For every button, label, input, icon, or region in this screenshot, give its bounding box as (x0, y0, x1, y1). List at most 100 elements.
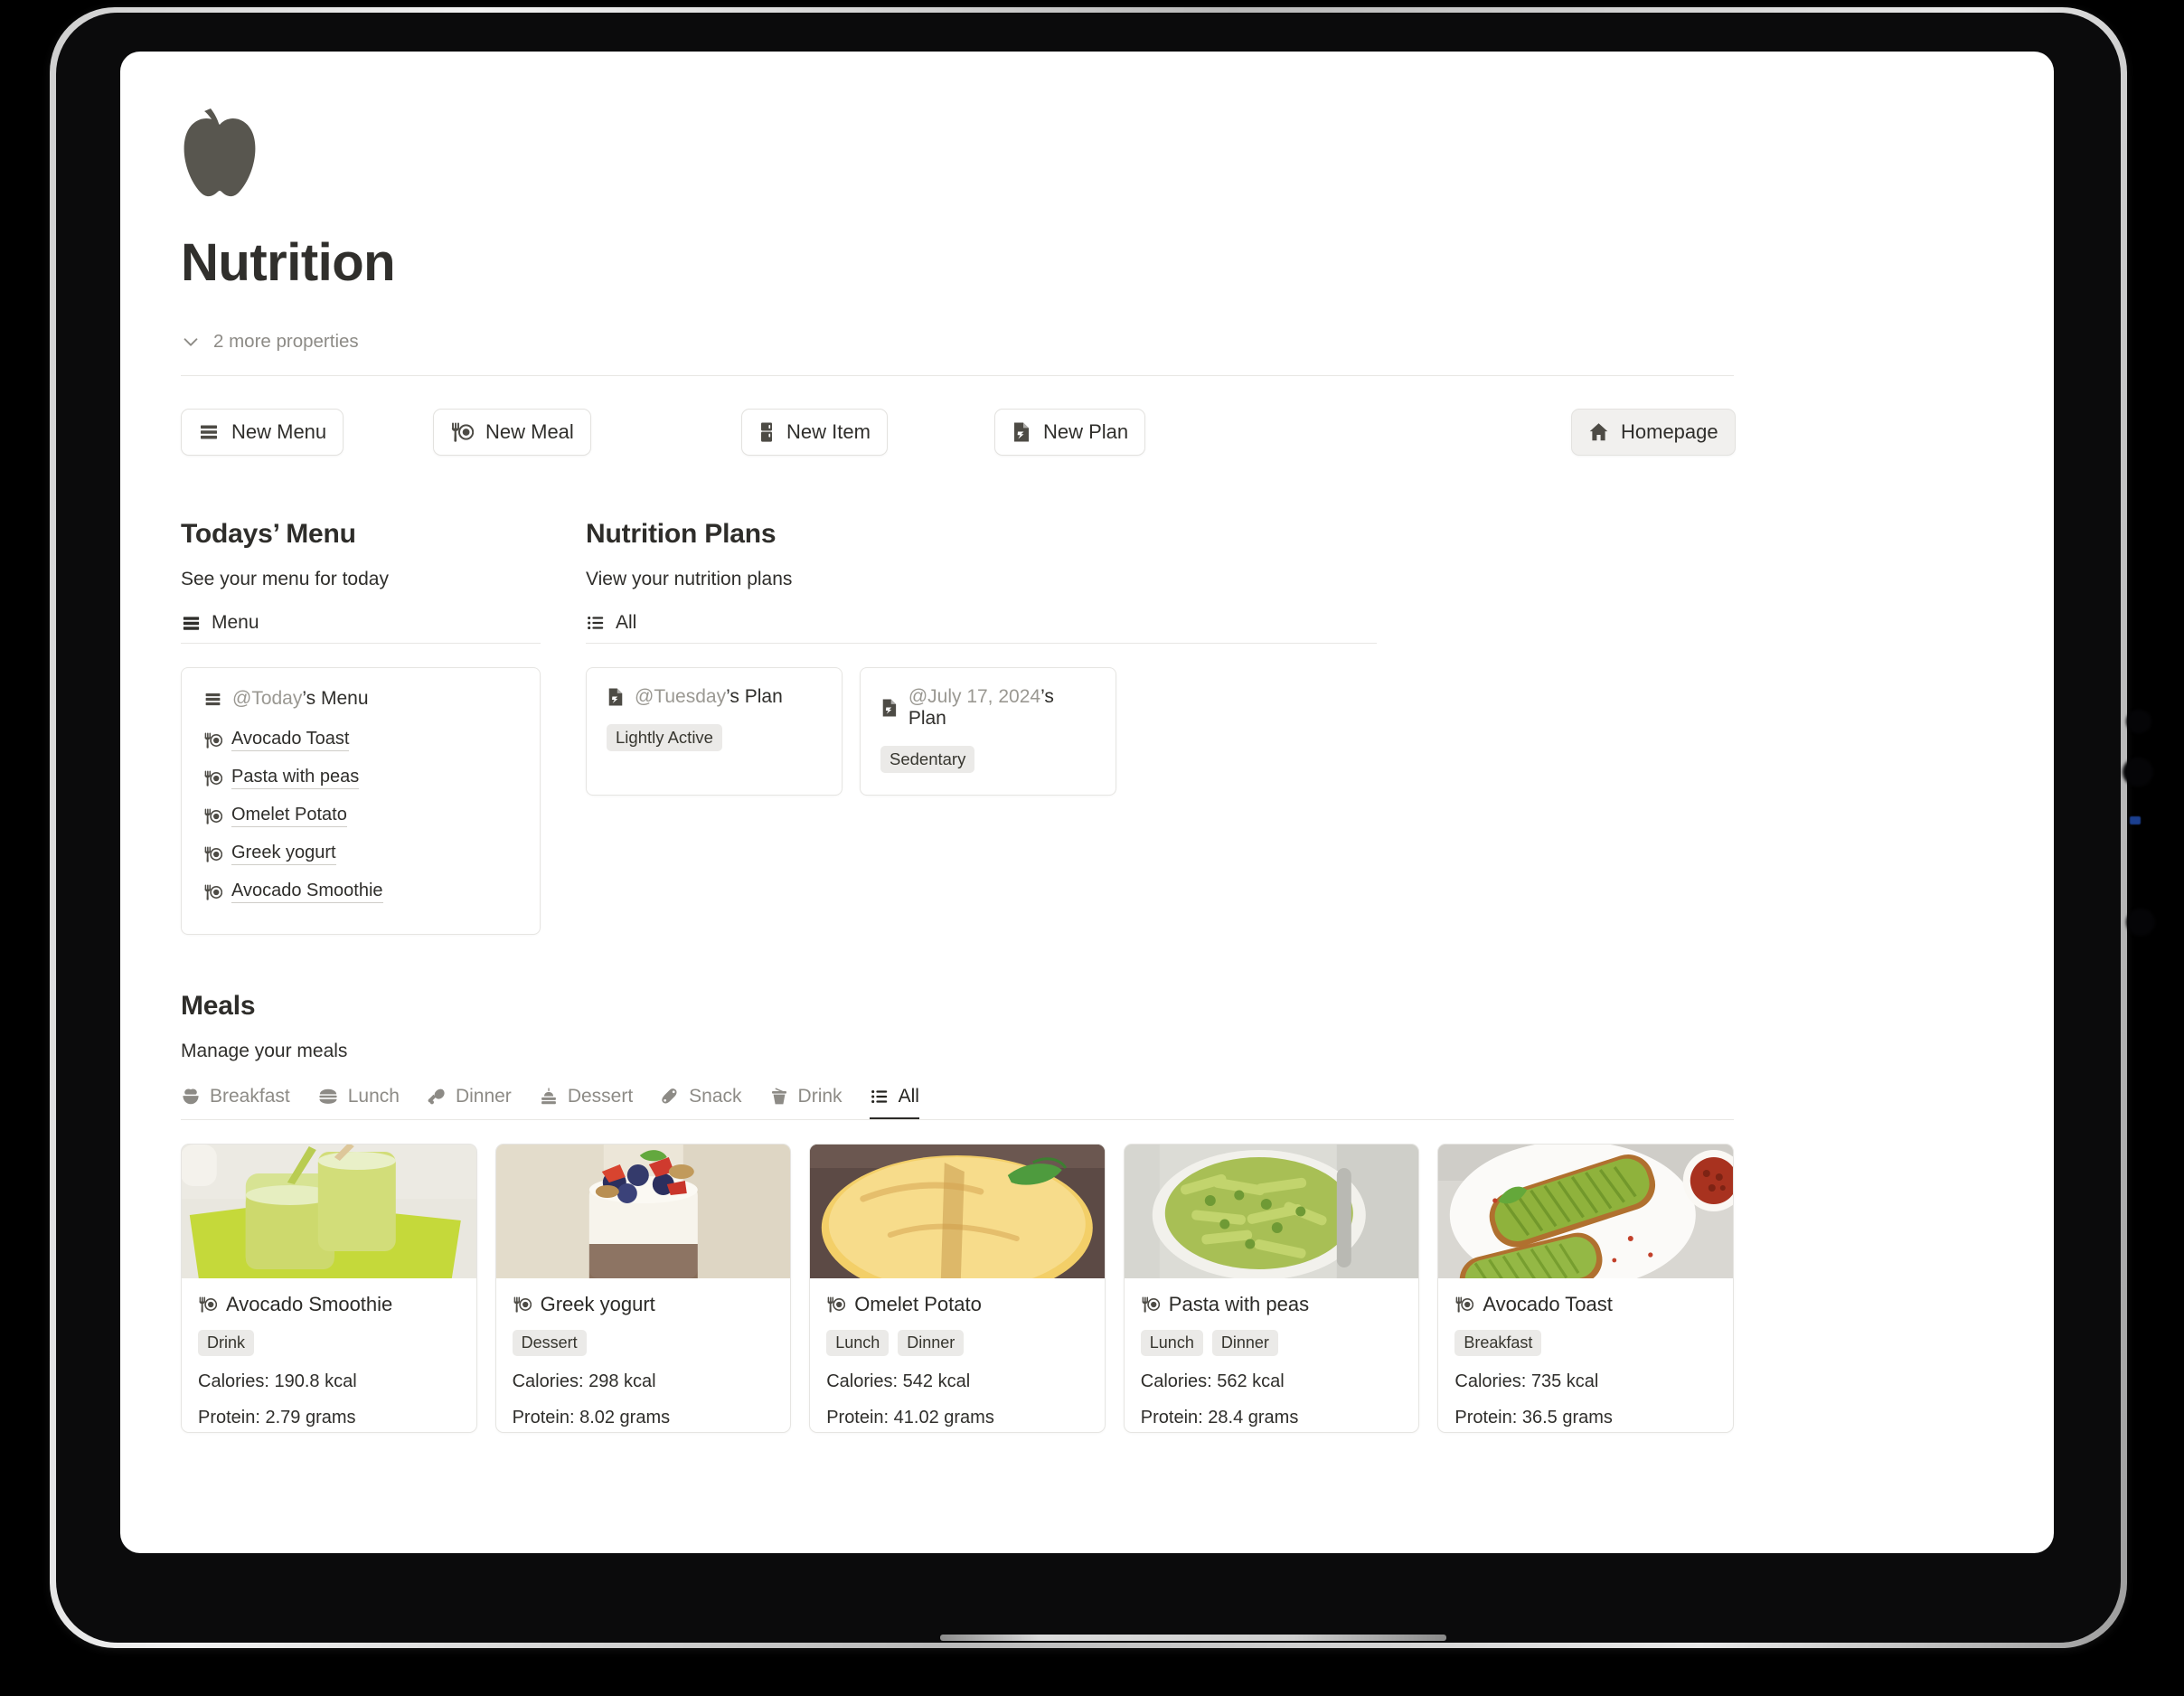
meal-card-name: Greek yogurt (540, 1293, 655, 1315)
meal-card-body: Greek yogurt Dessert Calories: 298 kcal … (496, 1278, 791, 1432)
fork-plate-icon (204, 846, 222, 862)
new-plan-button[interactable]: New Plan (994, 409, 1146, 456)
meal-tag: Lunch (1140, 1330, 1203, 1356)
meal-card-name-row: Avocado Toast (1454, 1293, 1717, 1316)
list-icon (588, 616, 604, 630)
fork-plate-icon (204, 808, 222, 824)
fork-plate-icon (827, 1296, 846, 1313)
document-plan-icon (882, 699, 897, 717)
new-item-button[interactable]: New Item (741, 409, 888, 456)
cup-straw-icon (771, 1088, 786, 1105)
menu-stack-icon (183, 616, 200, 630)
meal-card-body: Avocado Toast Breakfast Calories: 735 kc… (1438, 1278, 1733, 1432)
nutrition-plans-subtitle: View your nutrition plans (586, 569, 793, 589)
tab-all-plans[interactable]: All (586, 612, 636, 643)
fork-plate-icon (199, 1296, 217, 1313)
meal-calories: Calories: 735 kcal (1454, 1371, 1599, 1391)
device-side-button-middle (2123, 758, 2153, 787)
plan-activity-tag: Lightly Active (607, 724, 722, 751)
meals-title: Meals (181, 991, 256, 1021)
menu-item[interactable]: Pasta with peas (203, 758, 518, 796)
sections-row: Todays’ Menu See your menu for today Men… (181, 519, 1734, 935)
tab-dessert-label: Dessert (567, 1086, 634, 1107)
menu-card-title-suffix: ’s Menu (302, 688, 369, 709)
device-bottom-rail (940, 1635, 1446, 1641)
tab-menu[interactable]: Menu (181, 612, 259, 643)
menu-card-title-prefix: @Today (232, 688, 303, 709)
plan-card-list: @Tuesday’s Plan Lightly Active @July 17,… (586, 667, 1734, 796)
meal-card[interactable]: Avocado Toast Breakfast Calories: 735 kc… (1437, 1144, 1734, 1433)
homepage-button[interactable]: Homepage (1571, 409, 1736, 456)
meal-card[interactable]: Greek yogurt Dessert Calories: 298 kcal … (494, 1144, 792, 1433)
fridge-icon (761, 422, 772, 442)
tab-drink[interactable]: Drink (769, 1086, 843, 1119)
meal-card-tags: Drink (198, 1330, 460, 1356)
tab-dessert[interactable]: Dessert (539, 1086, 633, 1119)
new-menu-button[interactable]: New Menu (181, 409, 344, 456)
meal-card-tags: Lunch Dinner (1140, 1330, 1403, 1356)
menu-item[interactable]: Greek yogurt (203, 834, 518, 872)
menu-item-label: Avocado Smoothie (231, 881, 383, 903)
menu-item-label: Pasta with peas (231, 767, 360, 789)
menu-item[interactable]: Avocado Toast (203, 721, 518, 758)
meal-card-name: Avocado Toast (1483, 1293, 1613, 1315)
meal-calories: Calories: 562 kcal (1140, 1371, 1285, 1391)
meal-tag: Breakfast (1454, 1330, 1542, 1356)
meal-protein: Protein: 8.02 grams (512, 1408, 671, 1427)
menu-stack-icon (201, 425, 217, 439)
meal-tag: Dinner (1211, 1330, 1278, 1356)
plan-card[interactable]: @July 17, 2024’s Plan Sedentary (860, 667, 1116, 796)
cake-icon (541, 1088, 556, 1105)
nutrition-plans-divider (586, 643, 1377, 644)
new-item-label: New Item (786, 420, 871, 443)
more-properties-toggle[interactable]: 2 more properties (181, 331, 1993, 353)
avocado-smoothie-photo (182, 1145, 476, 1278)
new-meal-button[interactable]: New Meal (433, 409, 591, 456)
plan-card[interactable]: @Tuesday’s Plan Lightly Active (586, 667, 843, 796)
menu-item-label: Omelet Potato (231, 805, 347, 827)
tab-all-meals-label: All (898, 1086, 919, 1107)
meals-subtitle: Manage your meals (181, 1041, 348, 1061)
peanut-icon (662, 1088, 677, 1104)
greek-yogurt-photo (495, 1145, 791, 1278)
meal-card-list: Avocado Smoothie Drink Calories: 190.8 k… (181, 1144, 1734, 1433)
list-icon (871, 1089, 887, 1104)
fork-plate-icon (1455, 1296, 1474, 1313)
meal-card-body: Pasta with peas Lunch Dinner Calories: 5… (1125, 1278, 1419, 1432)
menu-item[interactable]: Omelet Potato (203, 796, 518, 834)
meal-tag: Lunch (826, 1330, 890, 1356)
nutrition-plans-tabs: All (586, 612, 1734, 643)
document-plan-icon (1014, 422, 1029, 442)
tab-drink-label: Drink (797, 1086, 843, 1107)
plan-activity-tag: Sedentary (880, 746, 975, 773)
tab-snack-label: Snack (689, 1086, 742, 1107)
tab-all-meals[interactable]: All (869, 1086, 919, 1119)
meal-card[interactable]: Avocado Smoothie Drink Calories: 190.8 k… (181, 1144, 477, 1433)
meal-card-name-row: Greek yogurt (513, 1293, 775, 1316)
tab-lunch-label: Lunch (347, 1086, 400, 1107)
meal-calories: Calories: 298 kcal (512, 1371, 656, 1391)
meal-card-name-row: Pasta with peas (1141, 1293, 1403, 1316)
chevron-down-icon (184, 338, 198, 346)
menu-item[interactable]: Avocado Smoothie (203, 872, 518, 910)
nutrition-plans-section: Nutrition Plans View your nutrition plan… (586, 519, 1734, 935)
drumstick-icon (428, 1088, 445, 1105)
meal-card-body: Omelet Potato Lunch Dinner Calories: 542… (810, 1278, 1105, 1432)
meal-card[interactable]: Omelet Potato Lunch Dinner Calories: 542… (809, 1144, 1106, 1433)
meal-protein: Protein: 2.79 grams (198, 1408, 356, 1427)
todays-menu-card[interactable]: @Today’s Menu Avocado Toast Pasta with p… (181, 667, 541, 935)
meal-card[interactable]: Pasta with peas Lunch Dinner Calories: 5… (1123, 1144, 1420, 1433)
tab-dinner[interactable]: Dinner (427, 1086, 512, 1119)
fork-plate-icon (1142, 1296, 1160, 1313)
meal-card-name: Omelet Potato (854, 1293, 982, 1315)
tab-snack[interactable]: Snack (660, 1086, 742, 1119)
plan-card-title-suffix: ’s Plan (726, 686, 783, 707)
tab-breakfast[interactable]: Breakfast (181, 1086, 290, 1119)
tab-dinner-label: Dinner (455, 1086, 512, 1107)
header-divider (181, 375, 1734, 376)
tab-lunch[interactable]: Lunch (317, 1086, 400, 1119)
tab-all-plans-label: All (616, 612, 637, 633)
todays-menu-divider (181, 643, 541, 644)
menu-item-label: Avocado Toast (231, 729, 350, 751)
fork-plate-icon (513, 1296, 532, 1313)
